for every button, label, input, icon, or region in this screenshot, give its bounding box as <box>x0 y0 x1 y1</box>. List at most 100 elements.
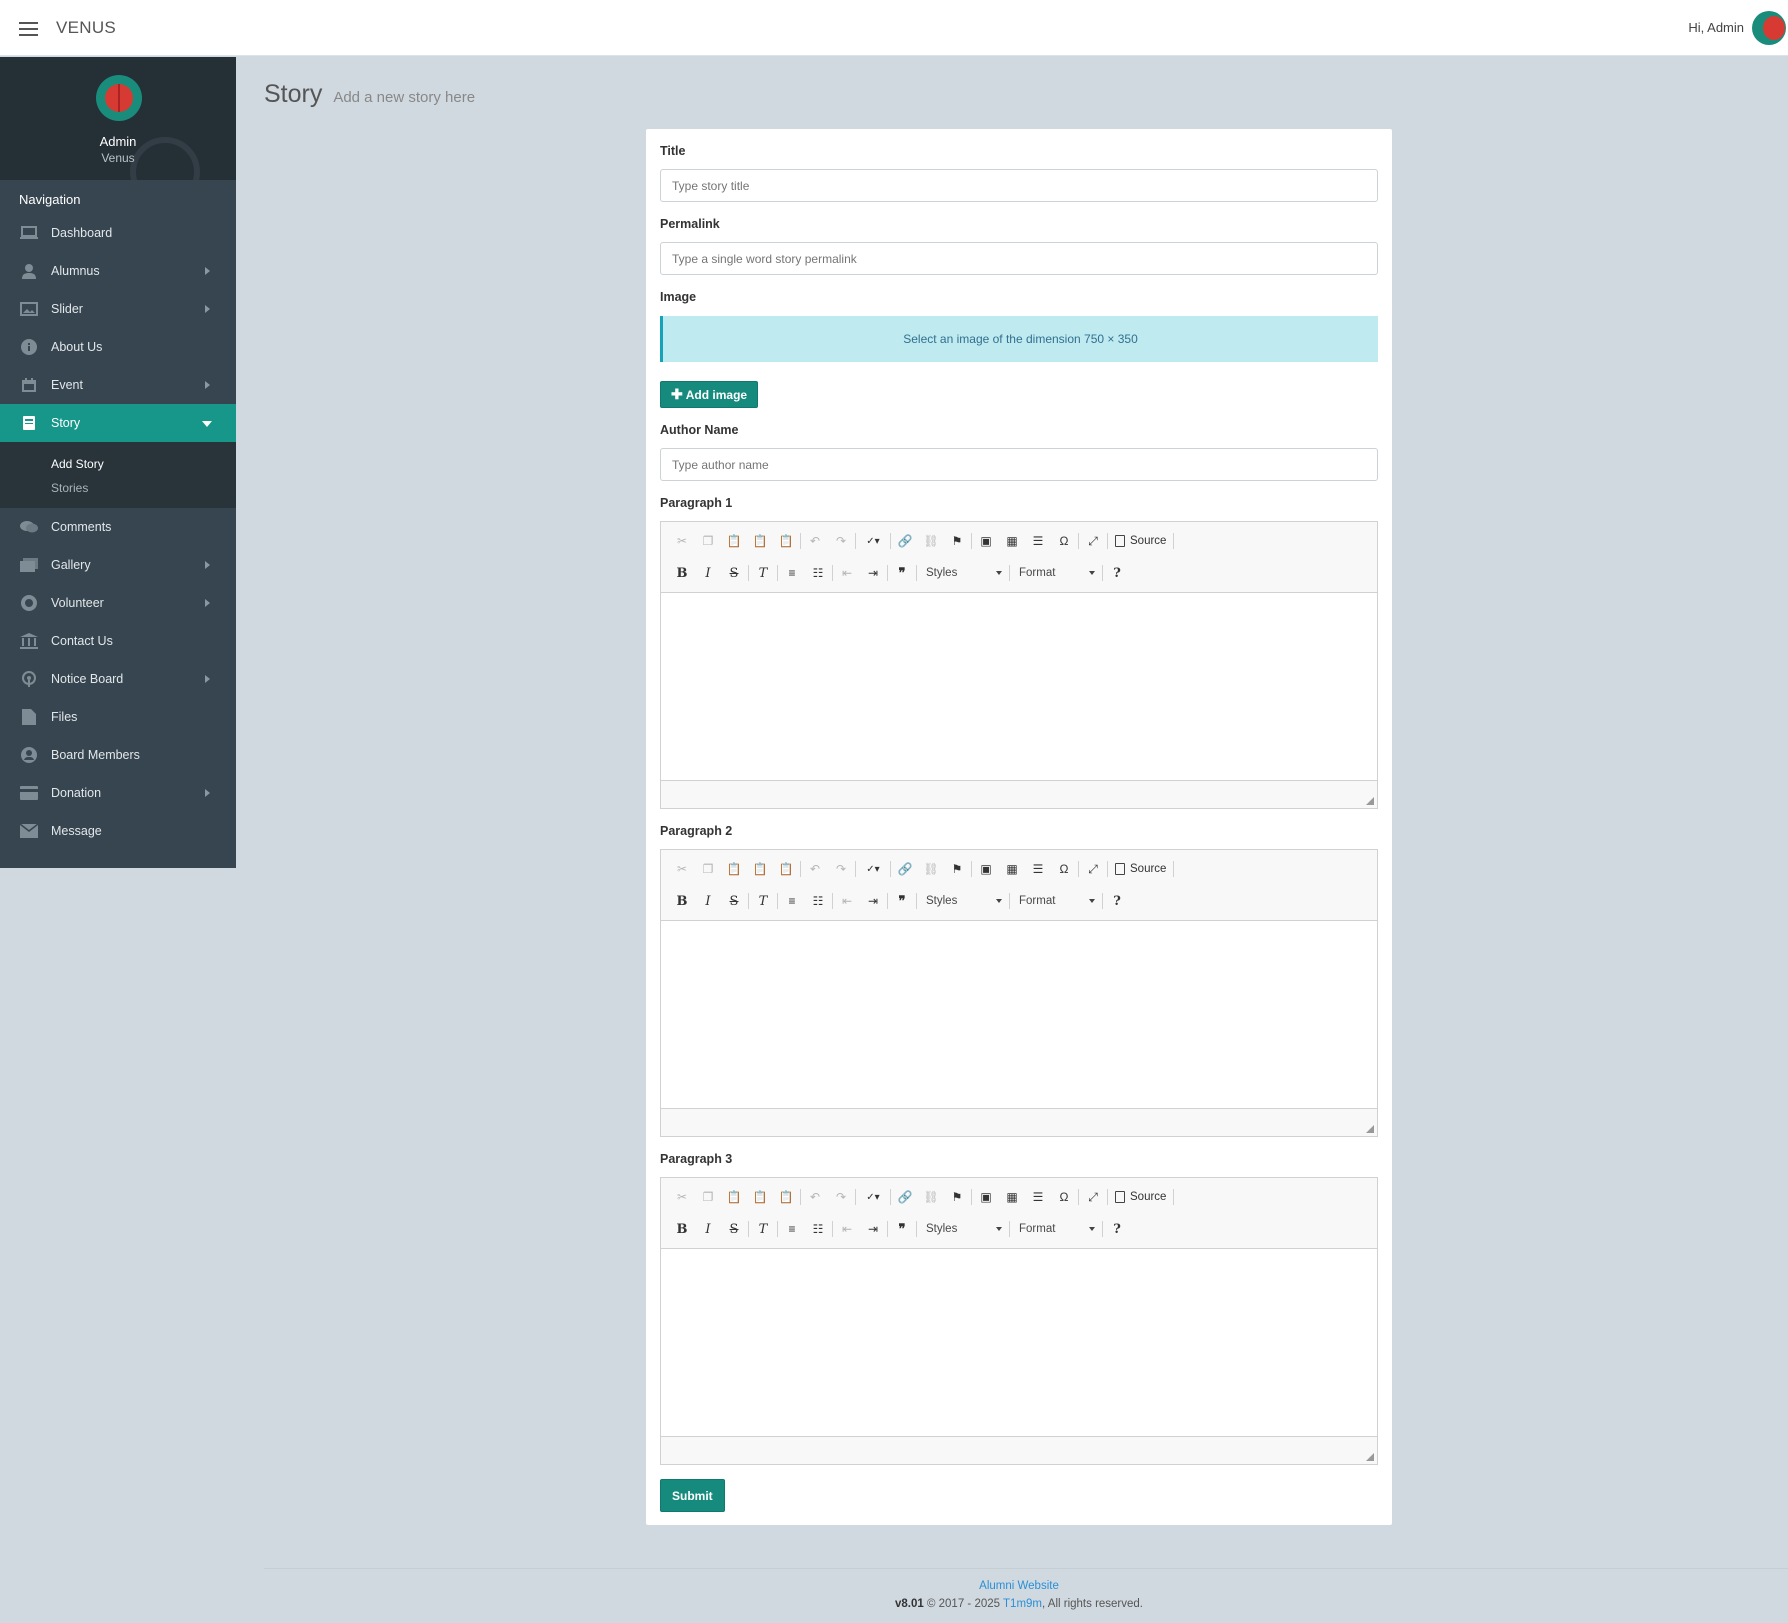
italic-icon[interactable]: I <box>695 562 721 584</box>
redo-icon[interactable]: ↷ <box>828 858 854 880</box>
source-button[interactable]: Source <box>1109 1186 1172 1208</box>
help-icon[interactable]: ? <box>1104 562 1130 584</box>
sidebar-item-story[interactable]: Story <box>0 404 236 442</box>
bold-icon[interactable]: B <box>669 1218 695 1240</box>
special-char-icon[interactable]: Ω <box>1051 858 1077 880</box>
anchor-flag-icon[interactable]: ⚑ <box>944 530 970 552</box>
sidebar-item-donation[interactable]: Donation <box>0 774 236 812</box>
blockquote-icon[interactable]: ❞ <box>889 1218 915 1240</box>
bulleted-list-icon[interactable]: ☷ <box>805 890 831 912</box>
format-dropdown[interactable]: Format <box>1011 562 1101 584</box>
table-icon[interactable]: ▦ <box>999 530 1025 552</box>
submit-button[interactable]: Submit <box>660 1479 725 1512</box>
editor-content-area[interactable] <box>661 1249 1377 1437</box>
strike-icon[interactable]: S <box>721 1218 747 1240</box>
hamburger-menu-icon[interactable] <box>19 22 38 36</box>
user-greeting[interactable]: Hi, Admin <box>1688 20 1744 35</box>
sidebar-item-board-members[interactable]: Board Members <box>0 736 236 774</box>
redo-icon[interactable]: ↷ <box>828 1186 854 1208</box>
format-dropdown[interactable]: Format <box>1011 890 1101 912</box>
maximize-icon[interactable]: ⤢ <box>1080 1186 1106 1208</box>
insert-image-icon[interactable]: ▣ <box>973 530 999 552</box>
cut-icon[interactable]: ✂ <box>669 530 695 552</box>
strike-icon[interactable]: S <box>721 562 747 584</box>
numbered-list-icon[interactable]: ≡ <box>779 1218 805 1240</box>
sidebar-item-message[interactable]: Message <box>0 812 236 850</box>
footer-author-link[interactable]: T1m9m <box>1003 1598 1042 1610</box>
source-button[interactable]: Source <box>1109 530 1172 552</box>
maximize-icon[interactable]: ⤢ <box>1080 530 1106 552</box>
horizontal-rule-icon[interactable]: ☰ <box>1025 530 1051 552</box>
link-icon[interactable]: 🔗 <box>892 858 918 880</box>
paste-text-icon[interactable]: 📋 <box>747 1186 773 1208</box>
paste-text-icon[interactable]: 📋 <box>747 530 773 552</box>
copy-icon[interactable]: ❐ <box>695 858 721 880</box>
editor-content-area[interactable] <box>661 921 1377 1109</box>
unlink-icon[interactable]: ⛓ <box>918 530 944 552</box>
remove-format-icon[interactable]: T <box>750 1218 776 1240</box>
blockquote-icon[interactable]: ❞ <box>889 890 915 912</box>
indent-icon[interactable]: ⇥ <box>860 1218 886 1240</box>
sidebar-item-notice-board[interactable]: Notice Board <box>0 660 236 698</box>
outdent-icon[interactable]: ⇤ <box>834 1218 860 1240</box>
blockquote-icon[interactable]: ❞ <box>889 562 915 584</box>
styles-dropdown[interactable]: Styles <box>918 1218 1008 1240</box>
source-button[interactable]: Source <box>1109 858 1172 880</box>
paste-word-icon[interactable]: 📋 <box>773 1186 799 1208</box>
spellcheck-icon[interactable]: ✓▾ <box>857 858 889 880</box>
anchor-flag-icon[interactable]: ⚑ <box>944 1186 970 1208</box>
italic-icon[interactable]: I <box>695 1218 721 1240</box>
strike-icon[interactable]: S <box>721 890 747 912</box>
bold-icon[interactable]: B <box>669 562 695 584</box>
spellcheck-icon[interactable]: ✓▾ <box>857 530 889 552</box>
submenu-item-stories[interactable]: Stories <box>0 476 236 500</box>
editor-content-area[interactable] <box>661 593 1377 781</box>
link-icon[interactable]: 🔗 <box>892 1186 918 1208</box>
author-input[interactable] <box>660 448 1378 481</box>
cut-icon[interactable]: ✂ <box>669 1186 695 1208</box>
insert-image-icon[interactable]: ▣ <box>973 858 999 880</box>
indent-icon[interactable]: ⇥ <box>860 890 886 912</box>
sidebar-item-contact-us[interactable]: Contact Us <box>0 622 236 660</box>
user-avatar[interactable] <box>1752 11 1786 45</box>
paste-icon[interactable]: 📋 <box>721 1186 747 1208</box>
paste-word-icon[interactable]: 📋 <box>773 858 799 880</box>
help-icon[interactable]: ? <box>1104 1218 1130 1240</box>
special-char-icon[interactable]: Ω <box>1051 1186 1077 1208</box>
brand-name[interactable]: VENUS <box>56 18 116 38</box>
cut-icon[interactable]: ✂ <box>669 858 695 880</box>
horizontal-rule-icon[interactable]: ☰ <box>1025 858 1051 880</box>
copy-icon[interactable]: ❐ <box>695 530 721 552</box>
unlink-icon[interactable]: ⛓ <box>918 858 944 880</box>
remove-format-icon[interactable]: T <box>750 562 776 584</box>
sidebar-item-slider[interactable]: Slider <box>0 290 236 328</box>
spellcheck-icon[interactable]: ✓▾ <box>857 1186 889 1208</box>
add-image-button[interactable]: ✚ Add image <box>660 381 759 408</box>
permalink-input[interactable] <box>660 242 1378 275</box>
sidebar-item-comments[interactable]: Comments <box>0 508 236 546</box>
undo-icon[interactable]: ↶ <box>802 530 828 552</box>
footer-site-link[interactable]: Alumni Website <box>0 1580 1788 1592</box>
help-icon[interactable]: ? <box>1104 890 1130 912</box>
sidebar-item-event[interactable]: Event <box>0 366 236 404</box>
numbered-list-icon[interactable]: ≡ <box>779 562 805 584</box>
sidebar-item-volunteer[interactable]: Volunteer <box>0 584 236 622</box>
paste-icon[interactable]: 📋 <box>721 858 747 880</box>
maximize-icon[interactable]: ⤢ <box>1080 858 1106 880</box>
paste-icon[interactable]: 📋 <box>721 530 747 552</box>
sidebar-item-dashboard[interactable]: Dashboard <box>0 214 236 252</box>
sidebar-item-alumnus[interactable]: Alumnus <box>0 252 236 290</box>
styles-dropdown[interactable]: Styles <box>918 562 1008 584</box>
anchor-flag-icon[interactable]: ⚑ <box>944 858 970 880</box>
sidebar-item-gallery[interactable]: Gallery <box>0 546 236 584</box>
resize-grip-icon[interactable] <box>1366 1453 1374 1461</box>
title-input[interactable] <box>660 169 1378 202</box>
link-icon[interactable]: 🔗 <box>892 530 918 552</box>
copy-icon[interactable]: ❐ <box>695 1186 721 1208</box>
special-char-icon[interactable]: Ω <box>1051 530 1077 552</box>
resize-grip-icon[interactable] <box>1366 797 1374 805</box>
format-dropdown[interactable]: Format <box>1011 1218 1101 1240</box>
paste-word-icon[interactable]: 📋 <box>773 530 799 552</box>
sidebar-item-files[interactable]: Files <box>0 698 236 736</box>
bulleted-list-icon[interactable]: ☷ <box>805 1218 831 1240</box>
